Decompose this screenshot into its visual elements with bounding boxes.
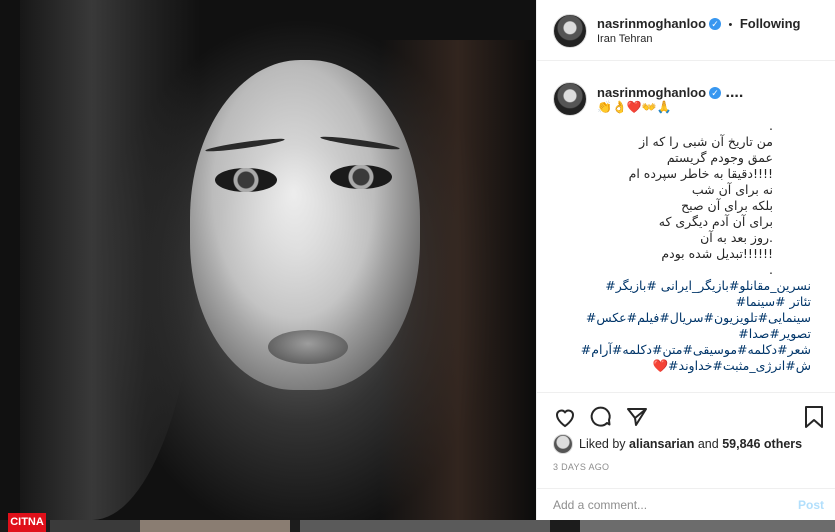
caption-more: .... bbox=[725, 84, 744, 101]
thumb-2 bbox=[140, 520, 290, 532]
post-side-panel: nasrinmoghanloo ✓ • Following Iran Tehran… bbox=[536, 0, 835, 520]
caption-area: nasrinmoghanloo ✓ .... 👏👌❤️👐🙏 . من تاریخ … bbox=[537, 60, 835, 390]
likes-text: Liked by aliansarian and 59,846 others bbox=[579, 437, 802, 451]
post-timestamp[interactable]: 3 DAYS AGO bbox=[553, 462, 609, 472]
caption-verified-icon: ✓ bbox=[709, 86, 722, 99]
header-separator: • bbox=[728, 19, 733, 31]
bottom-thumbnail-strip bbox=[0, 520, 835, 532]
heart-icon[interactable] bbox=[553, 405, 577, 429]
caption-line: .روز بعد به آن bbox=[700, 230, 773, 245]
likes-user[interactable]: aliansarian bbox=[629, 437, 694, 451]
caption-line: . bbox=[769, 118, 773, 133]
thumb-3 bbox=[300, 520, 550, 532]
hashtag-line[interactable]: تئاتر #سینما# bbox=[597, 294, 811, 310]
citna-watermark: CITNA bbox=[8, 513, 46, 532]
hashtag-line[interactable]: سینمایی#تلویزیون#سریال#فیلم#عکس# bbox=[586, 310, 811, 326]
bookmark-icon[interactable] bbox=[803, 405, 825, 429]
caption-hashtags: نسرین_مقانلو#بازیگر_ایرانی #بازیگر# تئات… bbox=[581, 278, 811, 374]
location-link[interactable]: Iran Tehran bbox=[597, 33, 652, 45]
post-photo[interactable] bbox=[0, 0, 536, 520]
hashtag-line[interactable]: نسرین_مقانلو#بازیگر_ایرانی #بازیگر# bbox=[597, 278, 811, 294]
avatar[interactable] bbox=[553, 14, 587, 48]
caption-line: !!!!دقیقا به خاطر سپرده ام bbox=[628, 166, 773, 181]
liked-by-avatar[interactable] bbox=[553, 434, 573, 454]
thumb-4 bbox=[580, 520, 835, 532]
photo-hair-left bbox=[20, 0, 200, 520]
photo-lips bbox=[268, 330, 348, 364]
likes-prefix: Liked by bbox=[579, 437, 626, 451]
caption-username[interactable]: nasrinmoghanloo bbox=[597, 85, 706, 100]
hashtag-line[interactable]: تصویر#صدا# bbox=[597, 326, 811, 342]
follow-button[interactable]: Following bbox=[740, 16, 801, 31]
likes-others[interactable]: 59,846 others bbox=[722, 437, 802, 451]
likes-conjunction: and bbox=[697, 437, 719, 451]
caption-emoji-line: 👏👌❤️👐🙏 bbox=[597, 100, 672, 114]
caption-line: . bbox=[769, 262, 773, 277]
comment-icon[interactable] bbox=[589, 405, 613, 429]
hashtag-line[interactable]: ش#انرژی_مثبت#خداوند#❤️ bbox=[597, 358, 811, 374]
caption-avatar[interactable] bbox=[553, 82, 587, 116]
hashtag-line[interactable]: شعر#دکلمه#موسیقی#متن#دکلمه#آرام# bbox=[581, 342, 811, 358]
header-user-row: nasrinmoghanloo ✓ • Following bbox=[597, 15, 800, 33]
header-username[interactable]: nasrinmoghanloo bbox=[597, 16, 706, 31]
caption-text: . من تاریخ آن شبی را که از عمق وجودم گری… bbox=[597, 118, 773, 278]
caption-line: عمق وجودم گریستم bbox=[666, 150, 773, 165]
caption-line: نه برای آن شب bbox=[691, 182, 773, 197]
thumb-1 bbox=[50, 520, 140, 532]
caption-line: !!!!!!تبدیل شده بودم bbox=[661, 246, 773, 261]
caption-line: بلکه برای آن صبح bbox=[681, 198, 773, 213]
photo-eye-right bbox=[330, 165, 392, 189]
comment-input[interactable]: Add a comment... bbox=[553, 498, 647, 512]
post-header: nasrinmoghanloo ✓ • Following Iran Tehran bbox=[537, 0, 835, 61]
caption-line: من تاریخ آن شبی را که از bbox=[639, 134, 773, 149]
share-icon[interactable] bbox=[625, 405, 649, 429]
caption-line: برای آن آدم دیگری که bbox=[658, 214, 773, 229]
comment-bar: Add a comment... Post bbox=[537, 488, 835, 521]
verified-badge-icon: ✓ bbox=[709, 17, 722, 30]
photo-eye-left bbox=[215, 168, 277, 192]
post-comment-button[interactable]: Post bbox=[798, 498, 824, 512]
